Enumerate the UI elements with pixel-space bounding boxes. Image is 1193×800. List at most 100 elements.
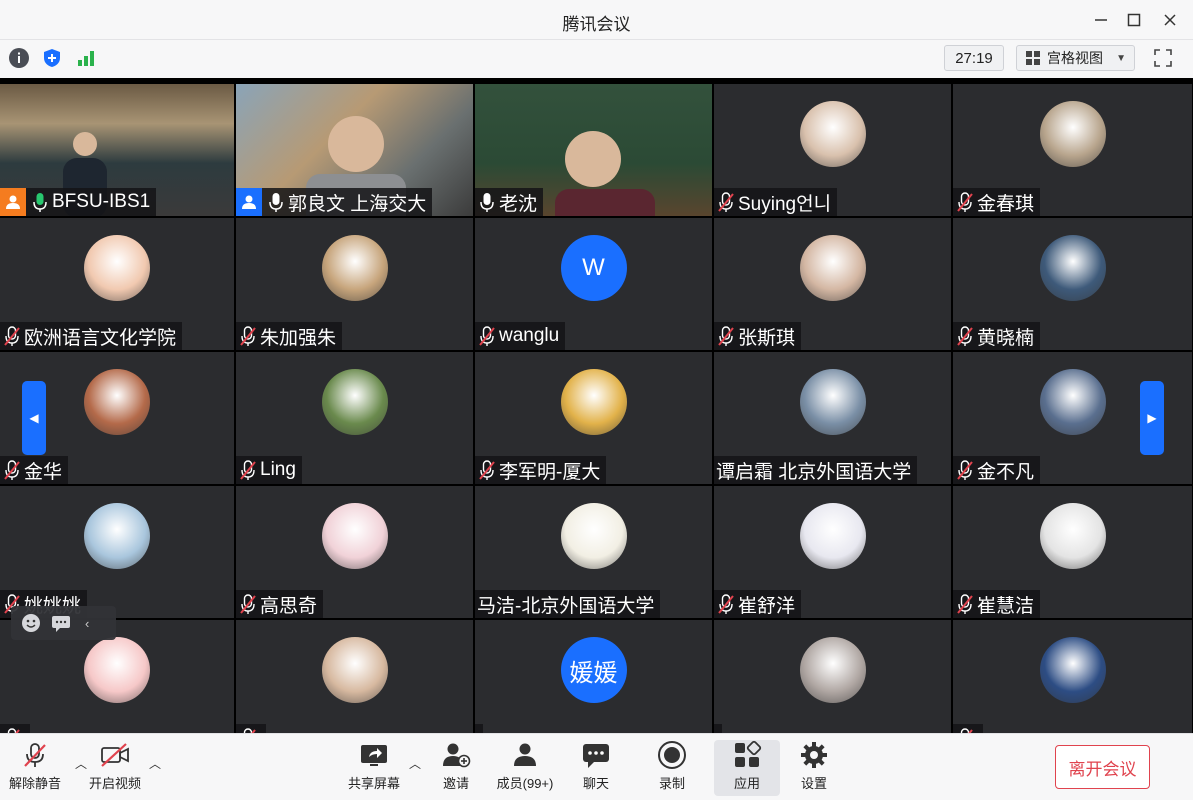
cohost-badge-icon xyxy=(236,188,262,216)
participant-avatar xyxy=(84,235,150,301)
participant-avatar xyxy=(799,235,866,301)
fullscreen-button[interactable] xyxy=(1150,45,1176,71)
participant-tile[interactable] xyxy=(714,620,951,733)
participant-tile[interactable]: 朱加强朱 xyxy=(236,218,473,350)
participant-tile[interactable]: 马洁-北京外国语大学 xyxy=(475,486,712,618)
settings-label: 设置 xyxy=(800,776,827,791)
bottom-control-bar: 解除静音 ︿ 开启视频 ︿ 共享屏幕 ︿ 邀请 成员(99+) 聊天 录制 应用… xyxy=(0,733,1193,800)
chat-label: 聊天 xyxy=(582,776,609,791)
participant-nameplate: 崔舒洋 xyxy=(714,590,802,618)
participant-avatar xyxy=(321,637,388,703)
mic-on-icon xyxy=(266,191,286,213)
leave-meeting-button[interactable]: 离开会议 xyxy=(1055,745,1150,789)
mic-muted-icon xyxy=(24,743,46,767)
participant-nameplate: 马洁-北京外国语大学 xyxy=(475,590,661,618)
view-mode-label: 宫格视图 xyxy=(1047,50,1103,66)
floating-reaction-bar: ‹ xyxy=(11,606,116,640)
members-button[interactable]: 成员(99+) xyxy=(490,740,560,796)
participant-tile[interactable]: 老沈 xyxy=(475,84,712,216)
emoji-icon[interactable] xyxy=(21,613,41,633)
participant-tile[interactable]: 崔舒洋 xyxy=(714,486,951,618)
participant-name: 李军明-厦大 xyxy=(499,461,601,483)
mic-muted-icon xyxy=(238,593,258,615)
participant-tile[interactable]: 黄晓楠 xyxy=(953,218,1192,350)
participant-nameplate: 李军明-厦大 xyxy=(475,456,607,484)
chevron-down-icon: ▼ xyxy=(1116,52,1126,64)
network-button[interactable] xyxy=(74,46,98,70)
host-badge-icon xyxy=(0,188,26,216)
share-screen-icon xyxy=(361,745,387,766)
participant-avatar: 媛媛 xyxy=(560,637,627,703)
next-page-button[interactable]: ▶ xyxy=(1140,381,1164,455)
comment-icon[interactable] xyxy=(51,613,71,633)
participant-tile[interactable]: 崔慧洁 xyxy=(953,486,1192,618)
participant-nameplate: Suying언니 xyxy=(714,188,838,216)
maximize-icon xyxy=(1127,13,1141,27)
start-video-button[interactable]: 开启视频 xyxy=(80,740,150,796)
participant-nameplate: BFSU-IBS1 xyxy=(0,188,157,216)
participant-nameplate: 黄晓楠 xyxy=(953,322,1041,350)
participant-tile[interactable]: 媛媛 xyxy=(475,620,712,733)
mic-muted-icon xyxy=(955,459,975,481)
participant-avatar xyxy=(1039,369,1106,435)
participant-tile[interactable]: 李军明-厦大 xyxy=(475,352,712,484)
participant-avatar xyxy=(1039,101,1106,167)
participant-tile[interactable]: 姚姚姚 xyxy=(0,486,234,618)
participant-tile[interactable] xyxy=(953,620,1192,733)
participant-avatar xyxy=(799,637,866,703)
participant-tile[interactable]: Suying언니 xyxy=(714,84,951,216)
mic-muted-icon xyxy=(477,459,497,481)
participant-tile[interactable]: Ling xyxy=(236,352,473,484)
participant-tile[interactable]: 欧洲语言文化学院 xyxy=(0,218,234,350)
security-button[interactable] xyxy=(40,46,64,70)
settings-button[interactable]: 设置 xyxy=(779,740,849,796)
members-icon xyxy=(514,743,536,766)
arrow-right-icon: ▶ xyxy=(1147,411,1157,425)
participant-tile[interactable]: 郭良文 上海交大 xyxy=(236,84,473,216)
maximize-button[interactable] xyxy=(1121,8,1147,32)
share-screen-button[interactable]: 共享屏幕 xyxy=(339,740,409,796)
participant-grid: BFSU-IBS1 郭良文 上海交大 老沈 Suying언니 金春琪欧洲语言文化学院 朱加… xyxy=(0,84,1193,733)
participant-avatar xyxy=(1039,235,1106,301)
close-button[interactable] xyxy=(1157,8,1183,32)
participant-name: 谭启霜 北京外国语大学 xyxy=(716,461,912,483)
participant-name: BFSU-IBS1 xyxy=(52,191,151,212)
participant-tile[interactable]: Wwanglu xyxy=(475,218,712,350)
mic-muted-icon xyxy=(716,593,736,615)
mic-muted-icon xyxy=(955,325,975,347)
participant-tile[interactable] xyxy=(236,620,473,733)
participant-tile[interactable]: BFSU-IBS1 xyxy=(0,84,234,216)
view-mode-dropdown[interactable]: 宫格视图 ▼ xyxy=(1016,45,1135,71)
participant-nameplate xyxy=(475,724,483,733)
video-options-chevron[interactable]: ︿ xyxy=(148,756,162,771)
record-button[interactable]: 录制 xyxy=(637,740,707,796)
participant-avatar xyxy=(84,503,150,569)
members-label: 成员(99+) xyxy=(496,776,554,791)
participant-nameplate: Ling xyxy=(236,456,302,484)
participant-tile[interactable]: 高思奇 xyxy=(236,486,473,618)
participant-name: 郭良文 上海交大 xyxy=(288,193,427,215)
share-options-chevron[interactable]: ︿ xyxy=(408,756,422,771)
minimize-button[interactable] xyxy=(1088,8,1114,32)
unmute-button[interactable]: 解除静音 xyxy=(0,740,70,796)
participant-avatar xyxy=(321,235,388,301)
start-video-label: 开启视频 xyxy=(88,776,141,791)
participant-nameplate: 朱加强朱 xyxy=(236,322,343,350)
participant-avatar xyxy=(799,101,866,167)
mic-muted-icon xyxy=(238,459,258,481)
fullscreen-icon xyxy=(1154,49,1172,67)
previous-page-button[interactable]: ◀ xyxy=(22,381,46,455)
participant-tile[interactable]: 谭启霜 北京外国语大学 xyxy=(714,352,951,484)
participant-nameplate: 欧洲语言文化学院 xyxy=(0,322,183,350)
participant-tile[interactable]: 张斯琪 xyxy=(714,218,951,350)
participant-name: 高思奇 xyxy=(260,595,318,617)
collapse-icon[interactable]: ‹ xyxy=(85,616,89,631)
camera-off-icon xyxy=(101,743,129,767)
invite-button[interactable]: 邀请 xyxy=(421,740,491,796)
info-button[interactable] xyxy=(7,46,31,70)
apps-button[interactable]: 应用 xyxy=(714,740,780,796)
apps-icon xyxy=(735,740,762,767)
participant-tile[interactable]: 金春琪 xyxy=(953,84,1192,216)
chat-button[interactable]: 聊天 xyxy=(561,740,631,796)
participant-name: 金华 xyxy=(24,461,63,483)
